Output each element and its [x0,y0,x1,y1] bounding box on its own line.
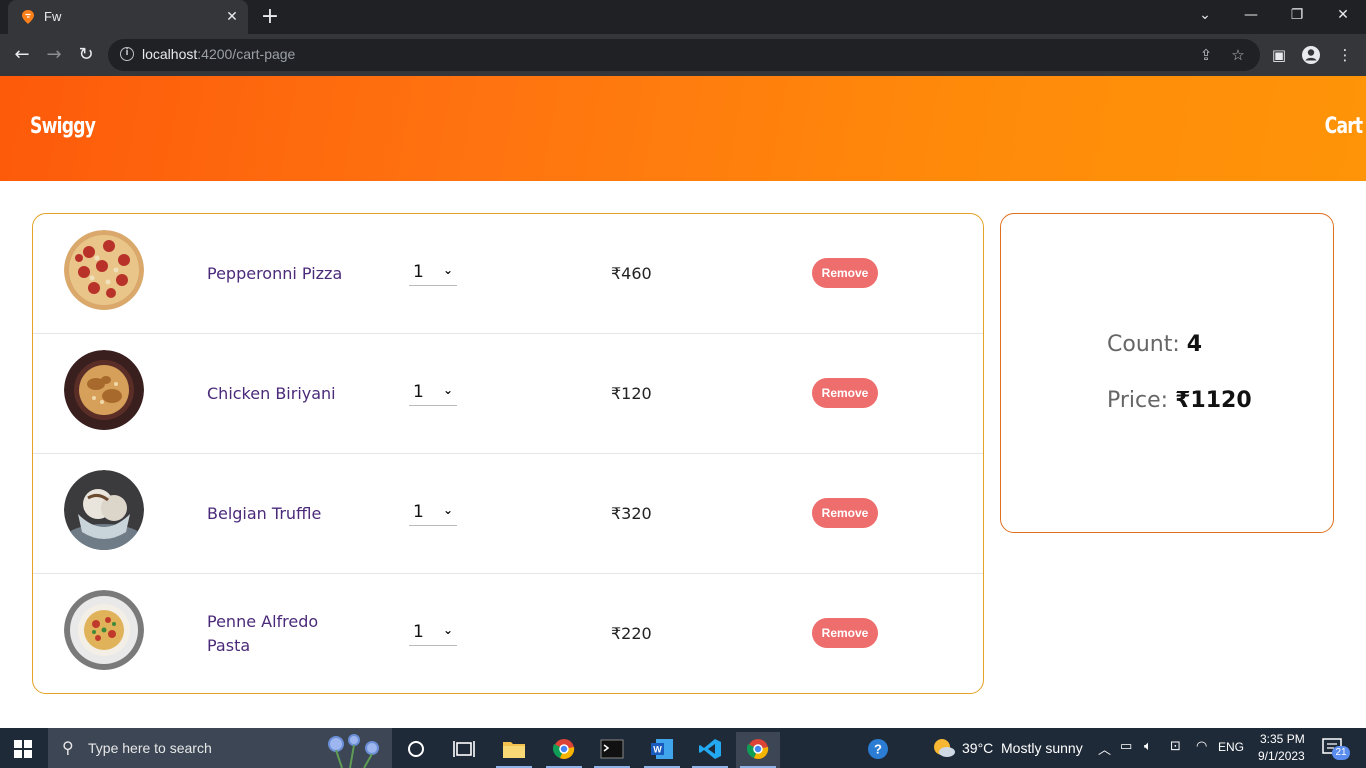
summary-price: Price: ₹1120 [1107,388,1252,413]
food-image-pasta [64,590,144,670]
reload-icon[interactable]: ↻ [74,43,98,67]
window-close-icon[interactable]: ✕ [1320,0,1366,30]
chevron-down-icon: ⌄ [442,383,453,397]
url-text[interactable]: localhost:4200/cart-page [142,46,295,62]
item-price: ₹220 [611,624,652,643]
browser-tab[interactable]: Fw ✕ [8,0,248,34]
item-price: ₹460 [611,264,652,283]
chrome-profile-icon[interactable] [542,732,586,768]
quantity-value: 1 [413,262,424,282]
cart-item-row: Chicken Biriyani 1 ⌄ ₹120 Remove [33,334,983,454]
profile-avatar-icon[interactable] [1300,44,1322,66]
notification-count-badge: 21 [1332,746,1350,760]
item-price: ₹120 [611,384,652,403]
remove-button[interactable]: Remove [812,618,878,648]
item-name: Pepperonni Pizza [207,264,343,283]
wifi-icon[interactable]: ◠ [1196,739,1207,754]
cart-item-row: Pepperonni Pizza 1 ⌄ ₹460 Remove [33,214,983,334]
language-indicator[interactable]: ENG [1218,740,1244,754]
side-panel-icon[interactable]: ▣ [1268,44,1290,66]
swiggy-favicon-icon [22,10,34,24]
summary-count: Count: 4 [1107,332,1202,357]
address-bar[interactable]: i localhost:4200/cart-page ⇪ ☆ [108,39,1260,71]
chevron-down-icon: ⌄ [442,503,453,517]
quantity-value: 1 [413,622,424,642]
quantity-value: 1 [413,502,424,522]
windows-start-icon[interactable] [14,740,32,758]
terminal-icon[interactable] [590,732,634,768]
price-label: Price: [1107,388,1169,413]
tab-title: Fw [44,9,62,24]
back-icon[interactable]: ← [10,43,34,67]
new-tab-icon[interactable]: + [258,5,282,29]
cart-summary: Count: 4 Price: ₹1120 [1000,213,1334,533]
brand-logo[interactable]: Swiggy [30,114,96,139]
remove-button[interactable]: Remove [812,258,878,288]
taskbar-search-box[interactable]: ⚲ Type here to search [48,728,392,768]
help-icon[interactable]: ? [856,732,900,768]
cart-item-row: Penne Alfredo Pasta 1 ⌄ ₹220 Remove [33,574,983,693]
bookmark-star-icon[interactable]: ☆ [1228,45,1248,65]
item-name: Belgian Truffle [207,504,322,523]
site-info-icon[interactable]: i [120,47,134,61]
cart-item-row: Belgian Truffle 1 ⌄ ₹320 Remove [33,454,983,574]
cart-items-list: Pepperonni Pizza 1 ⌄ ₹460 Remove Chicken… [32,213,984,694]
browser-menu-icon[interactable]: ⋮ [1334,44,1356,66]
count-label: Count: [1107,332,1180,357]
restore-icon[interactable]: ❐ [1274,0,1320,30]
food-image-pizza [64,230,144,310]
weather-description[interactable]: Mostly sunny [1001,740,1083,756]
food-image-ice-cream [64,470,144,550]
quantity-select[interactable]: 1 ⌄ [409,382,457,406]
forward-icon[interactable]: → [42,43,66,67]
item-name: Chicken Biriyani [207,384,336,403]
svg-text:W: W [653,745,662,755]
item-name: Penne Alfredo Pasta [207,612,319,655]
file-explorer-icon[interactable] [492,732,536,768]
app-header: Swiggy Cart [0,76,1366,181]
item-price: ₹320 [611,504,652,523]
chevron-up-icon[interactable]: ︿ [1098,739,1111,758]
cortana-icon[interactable] [394,732,438,768]
quantity-select[interactable]: 1 ⌄ [409,502,457,526]
cart-link[interactable]: Cart [1324,114,1363,139]
clock-time[interactable]: 3:35 PM [1260,732,1305,746]
quantity-select[interactable]: 1 ⌄ [409,262,457,286]
tab-search-chevron-icon[interactable]: ⌄ [1182,0,1228,30]
browser-toolbar: ← → ↻ i localhost:4200/cart-page ⇪ ☆ ▣ ⋮ [0,34,1366,76]
windows-taskbar: ⚲ Type here to search W ? 39°C Mostly su… [0,728,1366,768]
search-icon: ⚲ [62,738,74,757]
search-flowers-icon [328,734,379,768]
quantity-select[interactable]: 1 ⌄ [409,622,457,646]
chevron-down-icon: ⌄ [442,623,453,637]
search-placeholder: Type here to search [88,740,212,756]
battery-icon[interactable]: ▭ [1120,739,1132,754]
browser-tab-bar: Fw ✕ + ⌄ — ❐ ✕ [0,0,1366,34]
food-image-biryani [64,350,144,430]
chevron-down-icon: ⌄ [442,263,453,277]
minimize-icon[interactable]: — [1228,0,1274,30]
quantity-value: 1 [413,382,424,402]
task-view-icon[interactable] [442,732,486,768]
weather-sun-icon [934,739,955,757]
vscode-icon[interactable] [688,732,732,768]
price-value: ₹1120 [1175,388,1252,413]
share-icon[interactable]: ⇪ [1196,45,1216,65]
svg-text:?: ? [874,742,882,757]
notifications-icon[interactable]: 21 [1322,738,1350,760]
word-icon[interactable]: W [640,732,684,768]
meet-now-icon[interactable]: ⊡ [1170,739,1181,754]
weather-temperature[interactable]: 39°C [962,740,993,756]
tab-close-icon[interactable]: ✕ [222,7,242,27]
chrome-active-icon[interactable] [736,732,780,768]
clock-date[interactable]: 9/1/2023 [1258,749,1305,763]
remove-button[interactable]: Remove [812,498,878,528]
volume-icon[interactable]: 🔈︎ [1144,739,1152,754]
count-value: 4 [1186,332,1203,357]
remove-button[interactable]: Remove [812,378,878,408]
